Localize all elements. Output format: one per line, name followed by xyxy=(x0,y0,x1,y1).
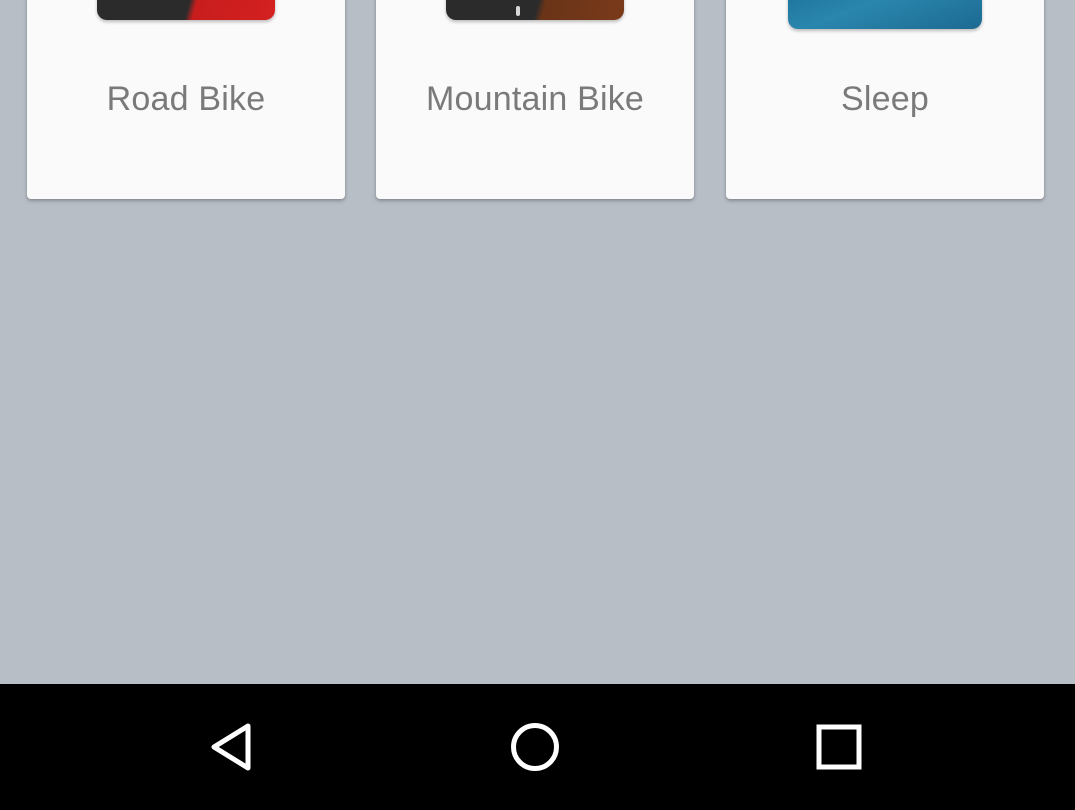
mountain-bike-image xyxy=(446,0,624,20)
navigation-bar xyxy=(0,684,1075,810)
card-label: Road Bike xyxy=(106,80,266,118)
card-label: Sleep xyxy=(841,80,929,118)
back-triangle-icon xyxy=(211,723,251,771)
road-bike-image xyxy=(97,0,275,20)
home-button[interactable] xyxy=(475,684,595,810)
sleep-image xyxy=(788,0,982,29)
card-label: Mountain Bike xyxy=(425,80,645,118)
activity-card-mountain-bike[interactable]: Mountain Bike xyxy=(376,0,694,199)
activity-card-sleep[interactable]: Sleep xyxy=(726,0,1044,199)
home-circle-icon xyxy=(511,723,559,771)
recents-square-icon xyxy=(816,724,862,770)
back-button[interactable] xyxy=(172,684,292,810)
screen: Road Bike Mountain Bike Sleep xyxy=(0,0,1075,810)
recents-button[interactable] xyxy=(779,684,899,810)
activity-card-road-bike[interactable]: Road Bike xyxy=(27,0,345,199)
